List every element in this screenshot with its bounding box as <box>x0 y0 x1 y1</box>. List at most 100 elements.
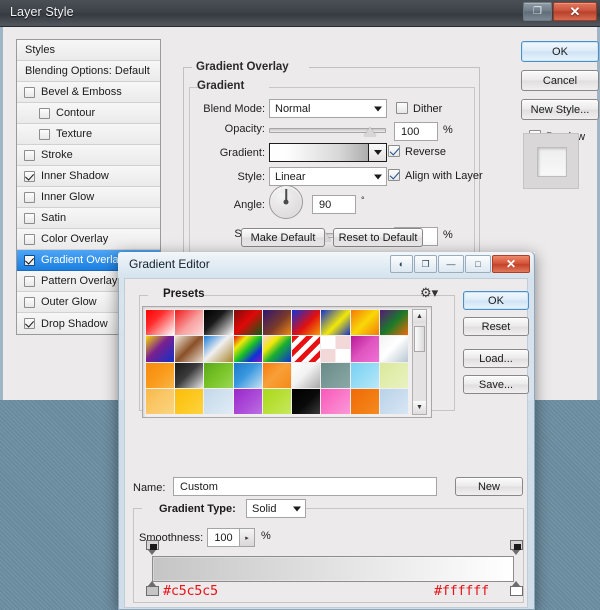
gradient-preset-swatch[interactable] <box>321 362 350 388</box>
gradient-preset-swatch[interactable] <box>350 336 379 362</box>
gradient-preset-swatch[interactable] <box>204 310 233 336</box>
checkbox-inner-glow[interactable] <box>24 191 35 203</box>
gradient-preset-swatch[interactable] <box>262 362 292 388</box>
save-button[interactable]: Save... <box>463 375 529 394</box>
ok-button[interactable]: OK <box>521 41 599 62</box>
style-row-bevel-emboss[interactable]: Bevel & Emboss <box>17 82 160 103</box>
color-stop-right[interactable] <box>510 581 523 596</box>
scrollbar-thumb[interactable] <box>414 326 425 352</box>
smoothness-input[interactable]: 100 <box>207 528 240 547</box>
opacity-stop-left[interactable] <box>146 540 159 555</box>
cancel-button[interactable]: Cancel <box>521 70 599 91</box>
presets-scrollbar[interactable]: ▲ ▼ <box>412 309 427 415</box>
opacity-slider-thumb[interactable] <box>364 127 376 136</box>
gradient-preset-swatch[interactable] <box>379 362 408 388</box>
gradient-preset-swatch[interactable] <box>262 336 292 362</box>
gradient-preset-swatch[interactable] <box>379 336 408 362</box>
style-row-stroke[interactable]: Stroke <box>17 145 160 166</box>
gradient-preset-swatch[interactable] <box>262 388 292 414</box>
gradient-preset-swatch[interactable] <box>204 388 233 414</box>
align-with-layer-checkbox[interactable] <box>388 169 400 181</box>
checkbox-color-overlay[interactable] <box>24 233 35 245</box>
restore-down-button[interactable]: ❐ <box>523 2 552 21</box>
screen-mode-button[interactable]: ❐ <box>414 255 437 273</box>
angle-dial[interactable] <box>269 185 303 219</box>
load-button[interactable]: Load... <box>463 349 529 368</box>
gradient-preset-swatch[interactable] <box>321 336 350 362</box>
gradient-preset-swatch[interactable] <box>292 388 321 414</box>
gradient-preset-swatch[interactable] <box>350 362 379 388</box>
gradient-preset-swatch[interactable] <box>350 310 379 336</box>
gradient-preset-swatch[interactable] <box>292 362 321 388</box>
gradient-picker-dropdown[interactable] <box>369 143 387 162</box>
opacity-input[interactable]: 100 <box>394 122 438 141</box>
checkbox-outer-glow[interactable] <box>24 296 35 308</box>
gradient-preset-swatch[interactable] <box>204 336 233 362</box>
collapse-toggle-button[interactable]: ◐ <box>390 255 413 273</box>
gradient-editor-bar[interactable] <box>152 556 514 582</box>
close-button[interactable]: ✕ <box>492 255 530 273</box>
gradient-preset-swatch[interactable] <box>175 388 204 414</box>
opacity-stop-right[interactable] <box>510 540 523 555</box>
blend-mode-select[interactable]: Normal <box>269 99 387 118</box>
new-gradient-button[interactable]: New <box>455 477 523 496</box>
style-row-satin[interactable]: Satin <box>17 208 160 229</box>
minimize-button[interactable]: — <box>438 255 464 273</box>
style-row-texture[interactable]: Texture <box>17 124 160 145</box>
gradient-preset-swatch[interactable] <box>233 310 262 336</box>
make-default-button[interactable]: Make Default <box>241 228 325 247</box>
maximize-button[interactable]: □ <box>465 255 491 273</box>
layer-style-titlebar[interactable]: Layer Style ❐ ✕ <box>0 0 600 27</box>
gradient-preset-swatch[interactable] <box>292 336 321 362</box>
gradient-preset-swatch[interactable] <box>146 362 175 388</box>
gradient-preset-swatch[interactable] <box>146 310 175 336</box>
gradient-preset-swatch[interactable] <box>292 310 321 336</box>
gradient-preset-swatch[interactable] <box>350 388 379 414</box>
gradient-preview-swatch[interactable] <box>269 143 369 162</box>
style-row-inner-glow[interactable]: Inner Glow <box>17 187 160 208</box>
checkbox-texture[interactable] <box>39 128 50 140</box>
checkbox-inner-shadow[interactable] <box>24 170 35 182</box>
gradient-preset-swatch[interactable] <box>262 310 292 336</box>
gradient-preset-swatch[interactable] <box>379 310 408 336</box>
gradient-name-input[interactable]: Custom <box>173 477 437 496</box>
dither-checkbox[interactable] <box>396 102 408 114</box>
gradient-preset-swatch[interactable] <box>233 362 262 388</box>
blending-options-row[interactable]: Blending Options: Default <box>17 61 160 82</box>
gradient-preset-swatch[interactable] <box>175 336 204 362</box>
gradient-preset-swatch[interactable] <box>175 310 204 336</box>
checkbox-drop-shadow[interactable] <box>24 318 35 329</box>
gradient-type-select[interactable]: Solid <box>246 499 306 518</box>
gradient-preset-swatch[interactable] <box>233 336 262 362</box>
gradient-preset-swatch[interactable] <box>146 388 175 414</box>
reverse-checkbox[interactable] <box>388 145 400 157</box>
style-mode-select[interactable]: Linear <box>269 167 387 186</box>
gradient-preset-swatch[interactable] <box>233 388 262 414</box>
checkbox-satin[interactable] <box>24 212 35 224</box>
style-row-contour[interactable]: Contour <box>17 103 160 124</box>
color-stop-left[interactable] <box>146 581 159 596</box>
gear-icon[interactable]: ⚙▾ <box>420 285 438 301</box>
gradient-editor-titlebar[interactable]: Gradient Editor ◐ ❐ — □ ✕ <box>118 252 533 278</box>
scroll-down-button[interactable]: ▼ <box>413 401 426 414</box>
scroll-up-button[interactable]: ▲ <box>413 310 426 323</box>
ok-button[interactable]: OK <box>463 291 529 310</box>
reset-button[interactable]: Reset <box>463 317 529 336</box>
checkbox-contour[interactable] <box>39 107 50 119</box>
gradient-preset-swatch[interactable] <box>175 362 204 388</box>
angle-input[interactable]: 90 <box>312 195 356 214</box>
close-button[interactable]: ✕ <box>553 2 597 21</box>
gradient-preset-swatch[interactable] <box>379 388 408 414</box>
style-row-inner-shadow[interactable]: Inner Shadow <box>17 166 160 187</box>
checkbox-pattern-overlay[interactable] <box>24 275 35 287</box>
new-style-button[interactable]: New Style... <box>521 99 599 120</box>
checkbox-bevel-emboss[interactable] <box>24 86 35 98</box>
gradient-preset-swatch[interactable] <box>321 388 350 414</box>
reset-to-default-button[interactable]: Reset to Default <box>333 228 423 247</box>
gradient-preset-swatch[interactable] <box>204 362 233 388</box>
checkbox-stroke[interactable] <box>24 149 35 161</box>
style-row-color-overlay[interactable]: Color Overlay <box>17 229 160 250</box>
gradient-preset-swatch[interactable] <box>321 310 350 336</box>
smoothness-stepper[interactable]: ▸ <box>240 528 255 547</box>
gradient-preset-swatch[interactable] <box>146 336 175 362</box>
